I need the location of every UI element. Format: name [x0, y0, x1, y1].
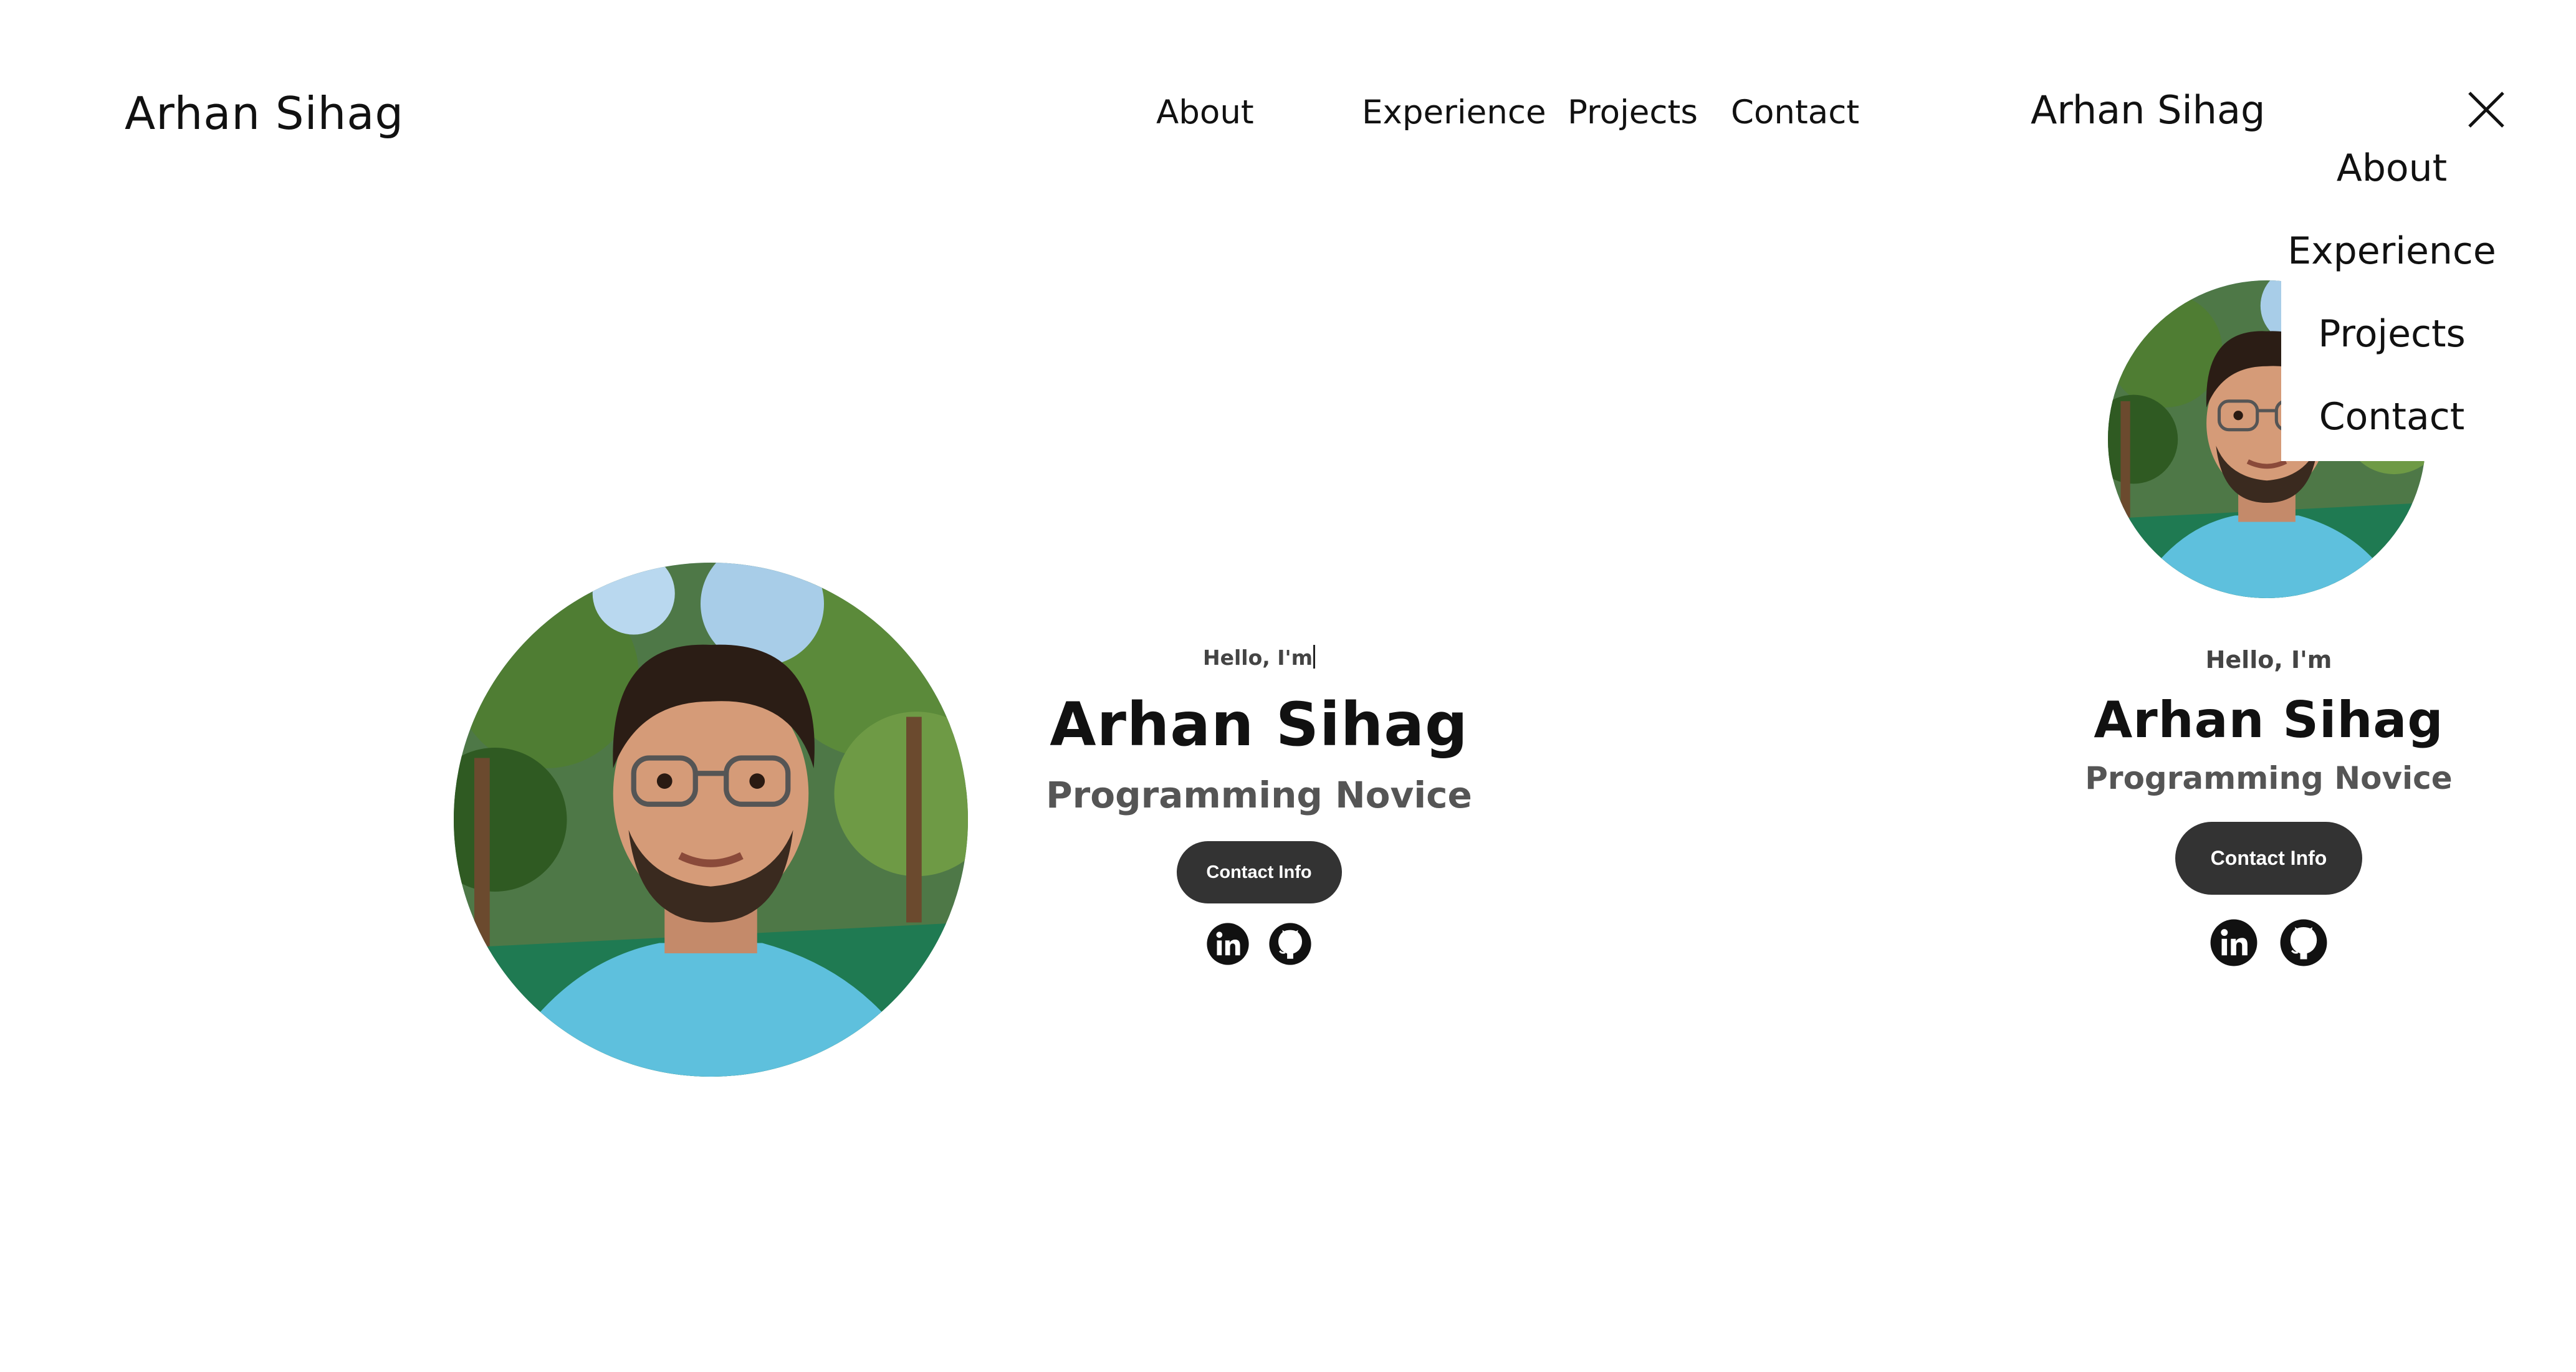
github-icon[interactable]	[1268, 922, 1312, 966]
mobile-hero: Hello, I'm Arhan Sihag Programming Novic…	[2032, 648, 2506, 967]
contact-info-button[interactable]: Contact Info	[2175, 822, 2362, 895]
linkedin-icon[interactable]	[2210, 918, 2258, 967]
nav-link-projects[interactable]: Projects	[1568, 93, 1731, 131]
desktop-logo[interactable]: Arhan Sihag	[125, 87, 404, 140]
page-canvas: Arhan Sihag About Experience Projects Co…	[0, 0, 2576, 1372]
desktop-hero: Hello, I'm Arhan Sihag Programming Novic…	[1022, 645, 1496, 966]
mobile-menu-item-projects[interactable]: Projects	[2281, 315, 2502, 353]
nav-link-about[interactable]: About	[1156, 93, 1362, 131]
mobile-menu-item-contact[interactable]: Contact	[2281, 398, 2502, 436]
hero-name: Arhan Sihag	[2094, 691, 2444, 749]
desktop-profile-photo	[454, 563, 968, 1077]
mobile-logo[interactable]: Arhan Sihag	[2031, 87, 2265, 133]
text-caret	[1313, 645, 1316, 669]
profile-photo-illustration	[454, 563, 968, 1077]
greeting-text: Hello, I'm	[2205, 646, 2332, 674]
social-links	[1022, 922, 1496, 966]
mobile-menu-item-experience[interactable]: Experience	[2281, 232, 2502, 270]
hero-name: Arhan Sihag	[1050, 690, 1468, 760]
linkedin-icon[interactable]	[1206, 922, 1250, 966]
hero-role: Programming Novice	[1046, 774, 1472, 816]
greeting-label: Hello, I'm	[1202, 646, 1313, 670]
close-icon[interactable]	[2467, 90, 2506, 129]
nav-link-contact[interactable]: Contact	[1731, 93, 1859, 131]
desktop-nav: About Experience Projects Contact	[1156, 93, 1859, 131]
hero-role: Programming Novice	[2085, 760, 2453, 796]
mobile-menu-item-about[interactable]: About	[2281, 150, 2502, 187]
mobile-menu-dropdown: About Experience Projects Contact	[2281, 137, 2502, 461]
nav-link-experience[interactable]: Experience	[1362, 93, 1568, 131]
greeting-text: Hello, I'm	[1022, 645, 1496, 669]
social-links	[2032, 918, 2506, 967]
contact-info-button[interactable]: Contact Info	[1176, 841, 1342, 903]
github-icon[interactable]	[2279, 918, 2328, 967]
